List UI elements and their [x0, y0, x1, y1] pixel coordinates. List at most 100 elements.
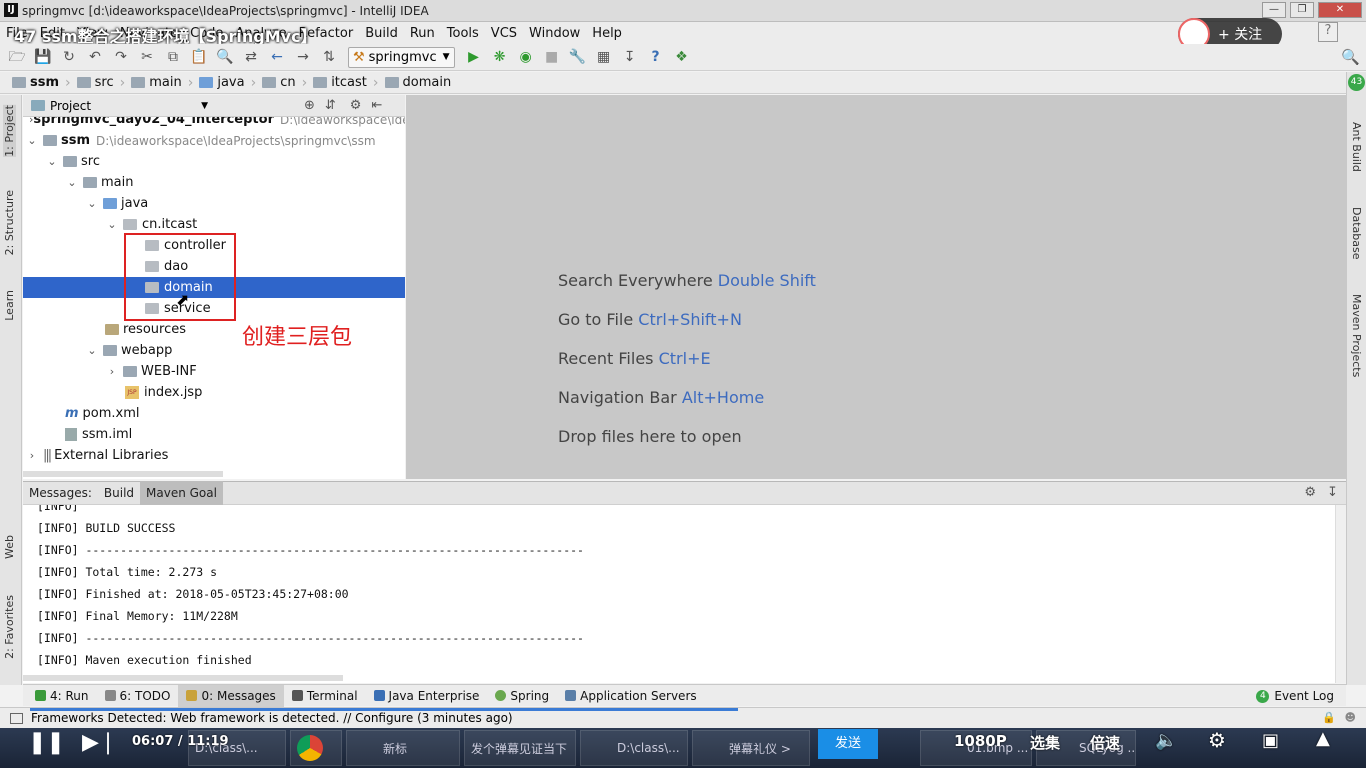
update-badge[interactable]: 43 [1348, 74, 1365, 91]
tab-maven-projects[interactable]: Maven Projects [1350, 294, 1363, 377]
danmaku-input[interactable]: 发个弹幕见证当下 [464, 730, 576, 766]
paste-icon[interactable]: 📋 [190, 48, 208, 66]
messages-console[interactable]: [INFO] [INFO] BUILD SUCCESS [INFO] -----… [23, 505, 1335, 683]
tab-run[interactable]: 4: Run [27, 685, 97, 707]
breadcrumb-item-src[interactable]: src [71, 75, 120, 90]
next-icon[interactable]: ▶❘ [82, 730, 117, 755]
settings-icon[interactable]: 🔧 [569, 48, 587, 66]
breadcrumb-item-itcast[interactable]: itcast [307, 75, 373, 90]
back-icon[interactable]: ← [268, 48, 286, 66]
menu-vcs[interactable]: VCS [491, 26, 517, 41]
send-button[interactable]: 发送 [818, 729, 878, 759]
video-progress-bar[interactable] [30, 708, 738, 711]
tab-terminal[interactable]: Terminal [284, 685, 366, 707]
run-configuration-select[interactable]: ⚒ springmvc ▼ [348, 46, 455, 68]
project-structure-icon[interactable]: ▦ [595, 48, 613, 66]
locate-icon[interactable]: ⊕ [304, 98, 315, 113]
search-everywhere-icon[interactable]: 🔍 [1341, 48, 1360, 66]
tab-database[interactable]: Database [1350, 207, 1363, 260]
coverage-icon[interactable]: ◉ [517, 48, 535, 66]
tab-application-servers[interactable]: Application Servers [557, 685, 704, 707]
gear-icon[interactable]: ⚙ [350, 98, 362, 113]
tree-item-ssm[interactable]: ⌄ ssm D:\ideaworkspace\IdeaProjects\sprin… [23, 130, 405, 151]
find-icon[interactable]: 🔍 [216, 48, 234, 66]
menu-help[interactable]: Help [592, 26, 622, 41]
quality-button[interactable]: 1080P [954, 732, 1007, 750]
menu-build[interactable]: Build [365, 26, 398, 41]
collapse-icon[interactable]: ⇵ [325, 98, 336, 113]
breadcrumb-item-main[interactable]: main [125, 75, 187, 90]
breadcrumb-item-cn[interactable]: cn [256, 75, 301, 90]
copy-icon[interactable]: ⧉ [164, 48, 182, 66]
tab-maven-goal[interactable]: Maven Goal [140, 481, 223, 505]
redo-icon[interactable]: ↷ [112, 48, 130, 66]
horizontal-scrollbar[interactable] [23, 471, 223, 477]
lock-icon[interactable]: 🔒 [1322, 711, 1336, 724]
breadcrumb-item-ssm[interactable]: ssm [6, 75, 65, 90]
debug-icon[interactable]: ❋ [491, 48, 509, 66]
build-icon[interactable]: ⇅ [320, 48, 338, 66]
editor-empty-area[interactable]: Search Everywhere Double Shift Go to Fil… [406, 95, 1346, 479]
close-button[interactable]: ✕ [1318, 2, 1362, 18]
tree-item-pom-xml[interactable]: m pom.xml [23, 403, 405, 424]
vertical-scrollbar[interactable] [1335, 505, 1346, 683]
help-icon[interactable]: ? [1318, 22, 1338, 42]
undo-icon[interactable]: ↶ [86, 48, 104, 66]
pause-icon[interactable]: ❚❚ [28, 730, 65, 755]
speed-button[interactable]: 倍速 [1090, 732, 1120, 753]
cut-icon[interactable]: ✂ [138, 48, 156, 66]
fullscreen-icon[interactable]: ▣ [1262, 730, 1279, 751]
episodes-button[interactable]: 选集 [1030, 732, 1060, 753]
status-message[interactable]: Frameworks Detected: Web framework is de… [31, 711, 513, 725]
tab-learn[interactable]: Learn [3, 290, 16, 321]
save-icon[interactable]: 💾 [34, 48, 52, 66]
menu-window[interactable]: Window [529, 26, 580, 41]
project-view-select[interactable]: Project [50, 99, 91, 113]
tab-structure[interactable]: 2: Structure [3, 190, 16, 255]
plugin-icon[interactable]: ❖ [673, 48, 691, 66]
help-question-icon[interactable]: ? [647, 48, 665, 66]
tree-item-cn-itcast[interactable]: ⌄ cn.itcast [23, 214, 405, 235]
taskbar-item[interactable]: 新标 [346, 730, 460, 766]
tab-ant-build[interactable]: Ant Build [1350, 122, 1363, 172]
forward-icon[interactable]: → [294, 48, 312, 66]
tab-messages[interactable]: 0: Messages [178, 684, 284, 707]
sdk-icon[interactable]: ↧ [621, 48, 639, 66]
inspector-icon[interactable]: ☻ [1345, 711, 1356, 724]
tree-item-external-libraries[interactable]: › ||| External Libraries [23, 445, 405, 466]
horizontal-scrollbar[interactable] [23, 675, 343, 681]
tree-item-main[interactable]: ⌄ main [23, 172, 405, 193]
stop-icon[interactable]: ■ [543, 48, 561, 66]
replace-icon[interactable]: ⇄ [242, 48, 260, 66]
gear-icon[interactable]: ⚙ [1208, 728, 1226, 752]
hide-panel-icon[interactable]: ↧ [1327, 485, 1338, 500]
tree-item-ssm-iml[interactable]: ssm.iml [23, 424, 405, 445]
volume-icon[interactable]: 🔈 [1155, 730, 1177, 751]
taskbar-item[interactable]: D:\class\... [580, 730, 688, 766]
open-folder-icon[interactable]: 🗁 [8, 48, 26, 66]
tree-item-src[interactable]: ⌄ src [23, 151, 405, 172]
sync-icon[interactable]: ↻ [60, 48, 78, 66]
tab-web[interactable]: Web [3, 535, 16, 559]
chevron-down-icon[interactable]: ▼ [201, 101, 208, 111]
tree-item-web-inf[interactable]: › WEB-INF [23, 361, 405, 382]
tree-item-interceptor[interactable]: › springmvc_day02_04_interceptor D:\ideaw… [23, 117, 405, 130]
menu-run[interactable]: Run [410, 26, 435, 41]
maximize-button[interactable]: ❐ [1290, 2, 1314, 18]
tab-java-enterprise[interactable]: Java Enterprise [366, 685, 488, 707]
status-toggle-icon[interactable] [10, 712, 23, 724]
tree-item-java[interactable]: ⌄ java [23, 193, 405, 214]
tab-favorites[interactable]: 2: Favorites [3, 595, 16, 659]
hide-panel-icon[interactable]: ⇤ [371, 98, 382, 113]
tab-spring[interactable]: Spring [487, 685, 557, 707]
tab-project[interactable]: 1: Project [3, 105, 16, 157]
run-icon[interactable]: ▶ [465, 48, 483, 66]
menu-tools[interactable]: Tools [447, 26, 479, 41]
tab-event-log[interactable]: 4 Event Log [1248, 685, 1342, 707]
tree-item-index-jsp[interactable]: JSP index.jsp [23, 382, 405, 403]
breadcrumb-item-java[interactable]: java [193, 75, 250, 90]
tab-todo[interactable]: 6: TODO [97, 685, 179, 707]
tab-build[interactable]: Build [98, 481, 140, 505]
gear-icon[interactable]: ⚙ [1304, 485, 1316, 500]
minimize-button[interactable]: — [1262, 2, 1286, 18]
